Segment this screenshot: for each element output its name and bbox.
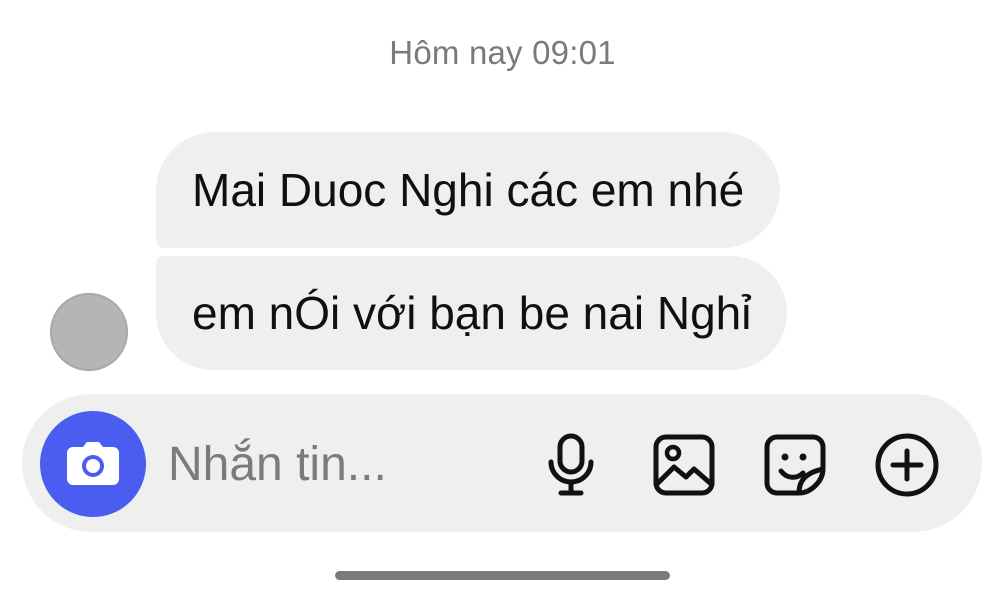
camera-button[interactable] xyxy=(40,411,146,517)
message-text-1: Mai Duoc Nghi các em nhé xyxy=(192,164,745,216)
home-indicator[interactable] xyxy=(335,571,670,580)
message-bubble-1[interactable]: Mai Duoc Nghi các em nhé xyxy=(156,132,781,248)
chat-timestamp: Hôm nay 09:01 xyxy=(389,34,616,71)
sticker-button[interactable] xyxy=(762,432,828,498)
camera-icon xyxy=(67,442,119,485)
plus-circle-icon xyxy=(875,433,939,497)
message-bubble-2[interactable]: em nÓi với bạn be nai Nghỉ xyxy=(156,256,788,370)
image-icon xyxy=(653,434,715,496)
microphone-icon xyxy=(548,433,594,496)
message-text-2: em nÓi với bạn be nai Nghỉ xyxy=(192,287,752,339)
sender-avatar[interactable] xyxy=(50,293,128,371)
microphone-button[interactable] xyxy=(538,432,604,498)
message-input[interactable] xyxy=(168,428,528,500)
sticker-icon xyxy=(764,434,826,496)
more-options-button[interactable] xyxy=(874,432,940,498)
gallery-button[interactable] xyxy=(651,432,717,498)
